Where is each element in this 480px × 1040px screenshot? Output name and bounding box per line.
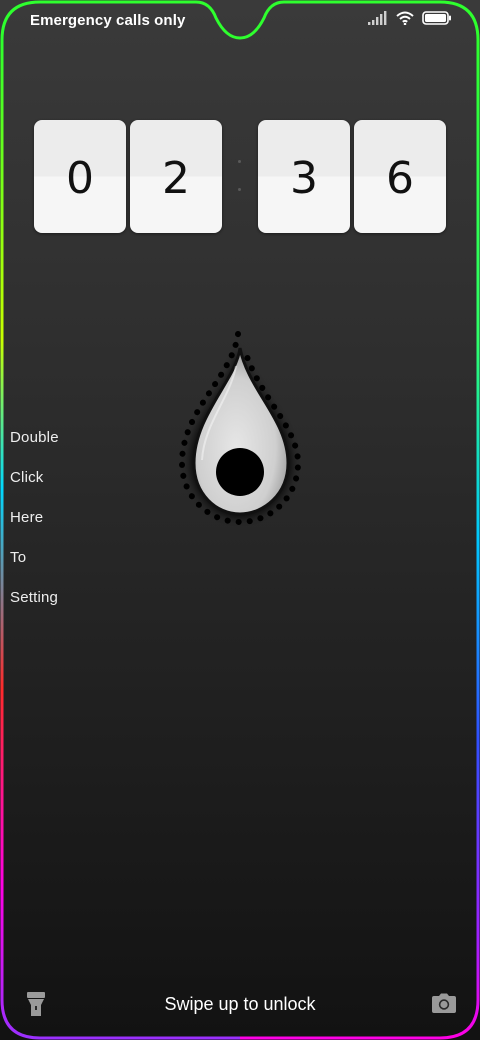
clock-digit: 2 <box>162 153 190 204</box>
clock-digit: 0 <box>66 153 94 204</box>
bottom-bar: Swipe up to unlock <box>0 985 480 1025</box>
camera-icon[interactable] <box>432 993 456 1013</box>
swipe-to-unlock-text[interactable]: Swipe up to unlock <box>0 994 480 1015</box>
clock-hour-ones-card: 2 <box>130 120 222 233</box>
clock-digit: 6 <box>386 153 414 204</box>
status-bar: Emergency calls only <box>0 0 480 44</box>
water-drop-icon[interactable] <box>170 328 310 528</box>
clock-colon-dot <box>238 188 241 191</box>
signal-bars-icon <box>368 11 387 25</box>
settings-hint-text[interactable]: Double Click Here To Setting <box>10 428 59 628</box>
carrier-status-text: Emergency calls only <box>30 12 186 29</box>
clock-digit: 3 <box>290 153 318 204</box>
clock-minute-tens-card: 3 <box>258 120 350 233</box>
hint-word: Setting <box>10 589 59 606</box>
hint-word: To <box>10 549 27 566</box>
status-icons <box>368 11 452 25</box>
lock-screen[interactable]: Emergency calls only 0 2 3 6 Double Clic… <box>0 0 480 1040</box>
clock-colon-dot <box>238 160 241 163</box>
hint-word: Here <box>10 509 44 526</box>
clock-minute-ones-card: 6 <box>354 120 446 233</box>
hint-word: Double <box>10 429 59 446</box>
clock-hour-tens-card: 0 <box>34 120 126 233</box>
wifi-icon <box>396 11 414 25</box>
battery-icon <box>422 11 451 25</box>
hint-word: Click <box>10 469 44 486</box>
